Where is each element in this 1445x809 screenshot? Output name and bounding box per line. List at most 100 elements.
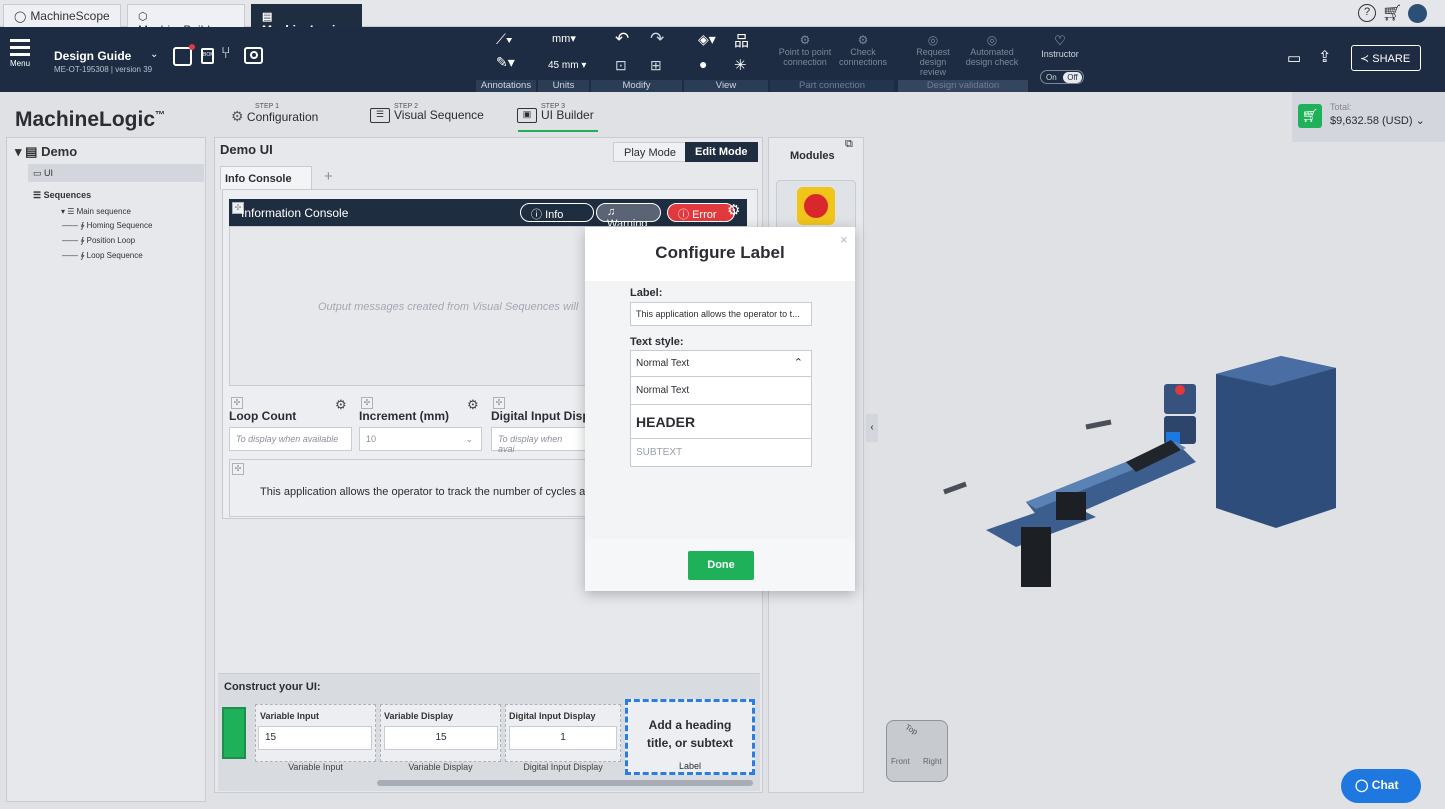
group-part-connection: Part connection [770,80,894,92]
gear-icon[interactable]: ⚙ [467,397,479,413]
undo-icon[interactable]: ↶ [615,29,629,49]
filter-warning[interactable]: ♫ Warning [596,203,661,230]
estop-module[interactable] [776,180,856,230]
camera-icon[interactable] [244,47,263,64]
measure-icon[interactable]: ✎▾ [496,54,515,71]
comment-icon[interactable]: ▭ [1287,49,1301,67]
tree-item-homing[interactable]: —— ∲ Homing Sequence [62,221,152,230]
group-modify: Modify [591,80,682,92]
align-icon[interactable]: ⊡ [615,57,627,74]
annotate-icon[interactable]: ⟋▾ [496,31,513,48]
sparkle-icon[interactable]: ✳ [734,56,747,74]
redo-icon[interactable]: ↷ [650,29,664,49]
drag-handle-icon[interactable]: ✣ [231,397,243,409]
digital-input-field[interactable]: To display when avai [491,427,586,454]
bom-icon[interactable]: BOM [201,48,214,64]
units-icon[interactable]: mm▾ [552,32,576,45]
gear-icon[interactable]: ⚙ [727,201,740,219]
cart-icon[interactable]: 🛒︎ [1298,104,1322,128]
drag-handle-icon[interactable]: ✣ [232,463,244,475]
filter-error[interactable]: ⓘ Error [667,203,735,222]
tab-machinescope[interactable]: ◯ MachineScope [3,4,121,27]
design-title: Design Guide [54,49,132,63]
request-review-button[interactable]: ◎ Request design review [906,33,960,77]
tab-info-console[interactable]: Info Console [220,166,312,190]
page-title: Demo UI [220,142,273,157]
text-style-select[interactable]: Normal Text ⌃ [630,350,812,377]
export-icon[interactable]: ⇪ [1318,47,1331,67]
tree-item-loop[interactable]: —— ∲ Loop Sequence [62,251,143,260]
3d-viewport[interactable]: ‹ 🛒︎ Total: $9,632.58 (USD) ⌄ Top Front … [866,92,1445,809]
explode-icon[interactable]: ● [699,56,707,72]
option-header[interactable]: HEADER [630,404,812,439]
drag-handle-icon[interactable]: ✣ [361,397,373,409]
instructor-toggle[interactable]: On Off [1040,70,1084,84]
green-block[interactable] [222,707,246,759]
cart-icon[interactable]: 🛒︎ [1382,3,1402,23]
drag-handle-icon[interactable]: ✣ [493,397,505,409]
option-subtext[interactable]: SUBTEXT [630,438,812,467]
loop-count-label: Loop Count [229,409,297,423]
tree-ui[interactable]: ▭ UI [33,168,53,179]
card-label-selected[interactable]: Add a heading title, or subtext Label [625,699,755,775]
label-input[interactable]: This application allows the operator to … [630,302,812,326]
group-units: Units [538,80,589,92]
cube-view-icon[interactable]: ◈▾ [698,31,716,48]
digital-input-label: Digital Input Displa [491,409,600,423]
text-style-label: Text style: [630,336,684,348]
step-ui-builder[interactable]: STEP 3 ▣ UI Builder [517,103,594,124]
folder-icon: ▤ [25,144,38,159]
play-mode-button[interactable]: Play Mode [613,142,687,162]
tree-sequences[interactable]: ☰ Sequences [33,190,91,201]
branch-icon[interactable]: ⑂ [221,45,231,63]
tab-machinelogic[interactable]: ▤MachineLogic [251,4,362,37]
option-normal-text[interactable]: Normal Text [630,376,812,405]
machine-model[interactable] [926,352,1386,612]
modules-title: Modules [790,150,835,162]
popout-icon[interactable]: ⧉ [845,138,853,151]
card-input: 1 [509,726,617,750]
gear-icon[interactable]: ⚙ [335,397,347,413]
increment-field[interactable]: 10 ⌄ [359,427,482,451]
avatar[interactable] [1408,4,1427,23]
tab-machinebuilder[interactable]: ⬡MachineBuilder [127,4,245,37]
lightbulb-icon: ♡ [1054,33,1066,48]
step-visual-sequence[interactable]: STEP 2 ☰ Visual Sequence [370,103,484,124]
chat-button[interactable]: ◯ Chat [1341,769,1421,803]
point-to-point-button[interactable]: ⚙ Point to point connection [776,33,834,67]
edit-mode-button[interactable]: Edit Mode [685,142,758,162]
machinelogic-icon: ▤ [262,11,273,23]
tree-item-position[interactable]: —— ∲ Position Loop [62,236,135,245]
app-tab-bar: ◯MachineScope ⬡MachineBuilder ▤MachineLo… [0,0,1445,37]
step-configuration[interactable]: STEP 1 ⚙ Configuration [231,103,318,125]
chevron-up-icon: ⌃ [793,357,803,369]
done-button[interactable]: Done [688,551,754,580]
add-tab-button[interactable]: + [324,168,333,185]
instructor-button[interactable]: ♡ Instructor [1040,33,1080,59]
save-icon[interactable] [173,44,195,66]
distribute-icon[interactable]: ⊞ [650,57,662,74]
share-button[interactable]: ≺ SHARE [1351,45,1421,71]
group-design-validation: Design validation [898,80,1028,92]
view-cube[interactable]: Top Front Right [886,720,948,782]
chevron-down-icon[interactable]: ⌄ [150,49,158,60]
horizontal-scrollbar[interactable] [377,780,753,786]
hierarchy-icon[interactable]: 品 [734,30,749,51]
card-input: 15 [258,726,372,750]
tree-main-sequence[interactable]: ▾ ☰ Main sequence [61,207,131,216]
tree-ui-highlight [28,164,204,182]
filter-info[interactable]: ⓘ Info [520,203,594,222]
chevron-down-icon: ⌄ [465,434,473,444]
collapse-panel-button[interactable]: ‹ [866,414,878,442]
help-icon[interactable]: ? [1358,4,1376,22]
chat-icon: ◯ [1355,778,1369,792]
units-dropdown[interactable]: 45 mm ▾ [548,60,586,71]
loop-count-field[interactable]: To display when available [229,427,352,451]
ui-icon: ▭ [33,168,42,178]
tree-root[interactable]: ▾ ▤ Demo [15,144,77,160]
sequence-icon: ☰ [370,108,390,124]
check-connections-button[interactable]: ⚙ Check connections [838,33,888,67]
design-subtitle: ME-OT-195308 | version 39 [54,65,153,74]
menu-button[interactable]: Menu [10,39,30,68]
automated-check-button[interactable]: ◎ Automated design check [964,33,1020,67]
